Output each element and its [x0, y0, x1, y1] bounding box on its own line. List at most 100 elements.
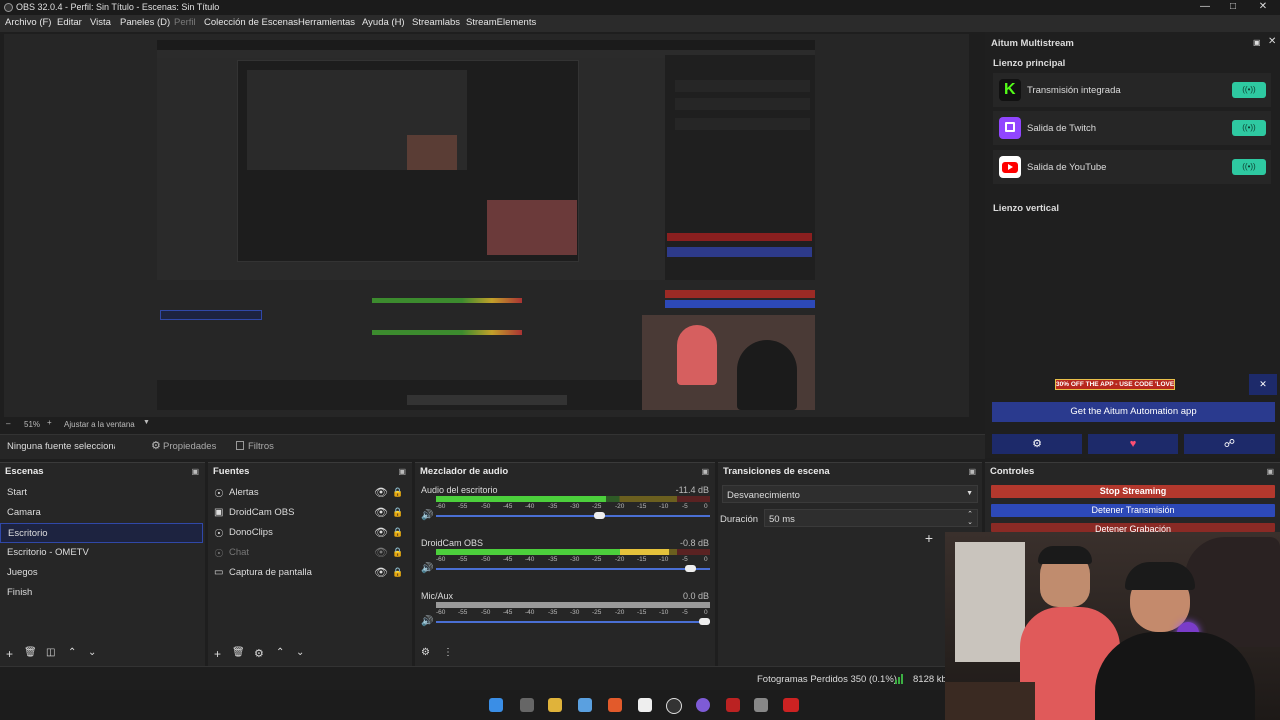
settings-gear-icon[interactable]: ⚙	[992, 434, 1082, 454]
properties-button[interactable]: Propiedades	[163, 441, 216, 452]
settings-icon[interactable]	[754, 698, 768, 712]
add-icon[interactable]: +	[6, 647, 13, 661]
menu-archivo[interactable]: Archivo (F)	[5, 17, 51, 28]
source-item[interactable]: DonoClips	[222, 523, 372, 543]
move-down-icon[interactable]: ⌄	[88, 647, 96, 658]
promo-banner[interactable]: 30% OFF THE APP - USE CODE 'LOVE'	[1055, 379, 1175, 390]
brave-icon[interactable]	[608, 698, 622, 712]
eye-icon[interactable]: 👁	[374, 526, 388, 539]
transition-select[interactable]: Desvanecimiento ▼	[722, 485, 978, 503]
broadcast-toggle-button[interactable]: ((•))	[1232, 159, 1266, 175]
broadcast-toggle-button[interactable]: ((•))	[1232, 82, 1266, 98]
gear-icon[interactable]: ⚙	[254, 647, 264, 660]
menu-vista[interactable]: Vista	[90, 17, 111, 28]
get-app-button[interactable]: Get the Aitum Automation app	[992, 402, 1275, 422]
dock-float-icon[interactable]: ▣	[1253, 38, 1261, 47]
dock-float-icon[interactable]: ▣	[398, 467, 406, 476]
heart-icon[interactable]: ♥	[1088, 434, 1178, 454]
task-view-icon[interactable]	[520, 698, 534, 712]
filters-button[interactable]: Filtros	[248, 441, 274, 452]
add-transition-icon[interactable]: +	[921, 531, 937, 547]
more-options-icon[interactable]: ⋮	[443, 647, 453, 658]
filter-icon[interactable]: ◫	[46, 647, 55, 658]
source-item[interactable]: Captura de pantalla	[222, 563, 372, 583]
dock-float-icon[interactable]: ▣	[968, 467, 976, 476]
menu-paneles[interactable]: Paneles (D)	[120, 17, 170, 28]
menu-streamlabs[interactable]: Streamlabs	[412, 17, 460, 28]
source-item[interactable]: DroidCam OBS	[222, 503, 372, 523]
menu-coleccion-escenas[interactable]: Colección de Escenas	[204, 17, 298, 28]
source-item[interactable]: Alertas	[222, 483, 372, 503]
scene-item[interactable]: Juegos	[0, 563, 203, 583]
mixer-settings-icon[interactable]: ⚙	[421, 647, 430, 658]
menu-perfil[interactable]: Perfil	[174, 17, 196, 28]
meter-scale-label: 0	[704, 503, 708, 510]
output-name: Transmisión integrada	[1027, 85, 1121, 96]
meter-scale-label: -25	[592, 503, 602, 510]
store-icon[interactable]	[578, 698, 592, 712]
discord-icon[interactable]	[696, 698, 710, 712]
file-explorer-icon[interactable]	[548, 698, 562, 712]
menu-streamelements[interactable]: StreamElements	[466, 17, 536, 28]
close-icon[interactable]: ✕	[1268, 36, 1276, 47]
menu-editar[interactable]: Editar	[57, 17, 82, 28]
eye-icon[interactable]: 👁	[374, 506, 388, 519]
scene-item[interactable]: Escritorio - OMETV	[0, 543, 203, 563]
stop-recording-button[interactable]: Detener Grabación	[991, 523, 1275, 532]
stop-transmission-button[interactable]: Detener Transmisión	[991, 504, 1275, 517]
move-up-icon[interactable]: ⌃	[68, 647, 76, 658]
dock-float-icon[interactable]: ▣	[191, 467, 199, 476]
zoom-in-button[interactable]: +	[47, 418, 52, 427]
scene-item[interactable]: Start	[0, 483, 203, 503]
duration-spinbox[interactable]: 50 ms ⌃ ⌄	[764, 509, 978, 527]
speaker-icon[interactable]: 🔊	[421, 563, 433, 574]
menu-herramientas[interactable]: Herramientas	[298, 17, 355, 28]
speaker-icon[interactable]: 🔊	[421, 510, 433, 521]
close-promo-icon[interactable]: ✕	[1249, 374, 1277, 395]
epic-games-icon[interactable]	[638, 698, 652, 712]
menu-ayuda[interactable]: Ayuda (H)	[362, 17, 405, 28]
lock-icon[interactable]: 🔒	[392, 487, 403, 498]
lock-icon[interactable]: 🔒	[392, 527, 403, 538]
dock-float-icon[interactable]: ▣	[701, 467, 709, 476]
zoom-row: – 51% + Ajustar a la ventana ▼	[0, 418, 985, 432]
trash-icon[interactable]: 🗑	[24, 647, 37, 658]
volume-slider[interactable]	[436, 568, 710, 570]
spin-down-icon[interactable]: ⌄	[967, 518, 973, 526]
move-down-icon[interactable]: ⌄	[296, 647, 304, 658]
trash-icon[interactable]: 🗑	[232, 647, 245, 658]
lock-icon[interactable]: 🔒	[392, 547, 403, 558]
obs-taskbar-icon[interactable]	[666, 698, 682, 714]
speaker-muted-icon[interactable]: 🔊	[421, 616, 433, 627]
volume-slider[interactable]	[436, 621, 710, 623]
eye-icon[interactable]: 👁	[374, 566, 388, 579]
volume-slider-knob[interactable]	[594, 512, 605, 519]
share-icon[interactable]: ☍	[1184, 434, 1275, 454]
stop-streaming-button[interactable]: Stop Streaming	[991, 485, 1275, 498]
zoom-out-button[interactable]: –	[6, 419, 10, 428]
broadcast-toggle-button[interactable]: ((•))	[1232, 120, 1266, 136]
eye-hidden-icon[interactable]: 👁	[374, 546, 388, 559]
source-item-hidden[interactable]: Chat	[222, 543, 372, 563]
app-icon[interactable]	[783, 698, 799, 712]
lock-icon[interactable]: 🔒	[392, 507, 403, 518]
scene-item-selected[interactable]: Escritorio	[0, 523, 203, 543]
windows-start-icon[interactable]	[489, 698, 503, 712]
scene-item[interactable]: Finish	[0, 583, 203, 603]
fit-window-label[interactable]: Ajustar a la ventana	[64, 420, 135, 429]
volume-slider-knob[interactable]	[685, 565, 696, 572]
close-button[interactable]: ✕	[1248, 0, 1278, 15]
scene-item[interactable]: Camara	[0, 503, 203, 523]
eye-icon[interactable]: 👁	[374, 486, 388, 499]
spin-up-icon[interactable]: ⌃	[967, 510, 973, 518]
volume-slider-knob[interactable]	[699, 618, 710, 625]
app-icon[interactable]	[726, 698, 740, 712]
dock-float-icon[interactable]: ▣	[1266, 467, 1274, 476]
volume-slider[interactable]	[436, 515, 710, 517]
fit-dropdown-icon[interactable]: ▼	[143, 419, 150, 426]
maximize-button[interactable]: □	[1218, 0, 1248, 15]
add-icon[interactable]: +	[214, 647, 221, 661]
move-up-icon[interactable]: ⌃	[276, 647, 284, 658]
minimize-button[interactable]: —	[1190, 0, 1220, 15]
lock-icon[interactable]: 🔒	[392, 567, 403, 578]
